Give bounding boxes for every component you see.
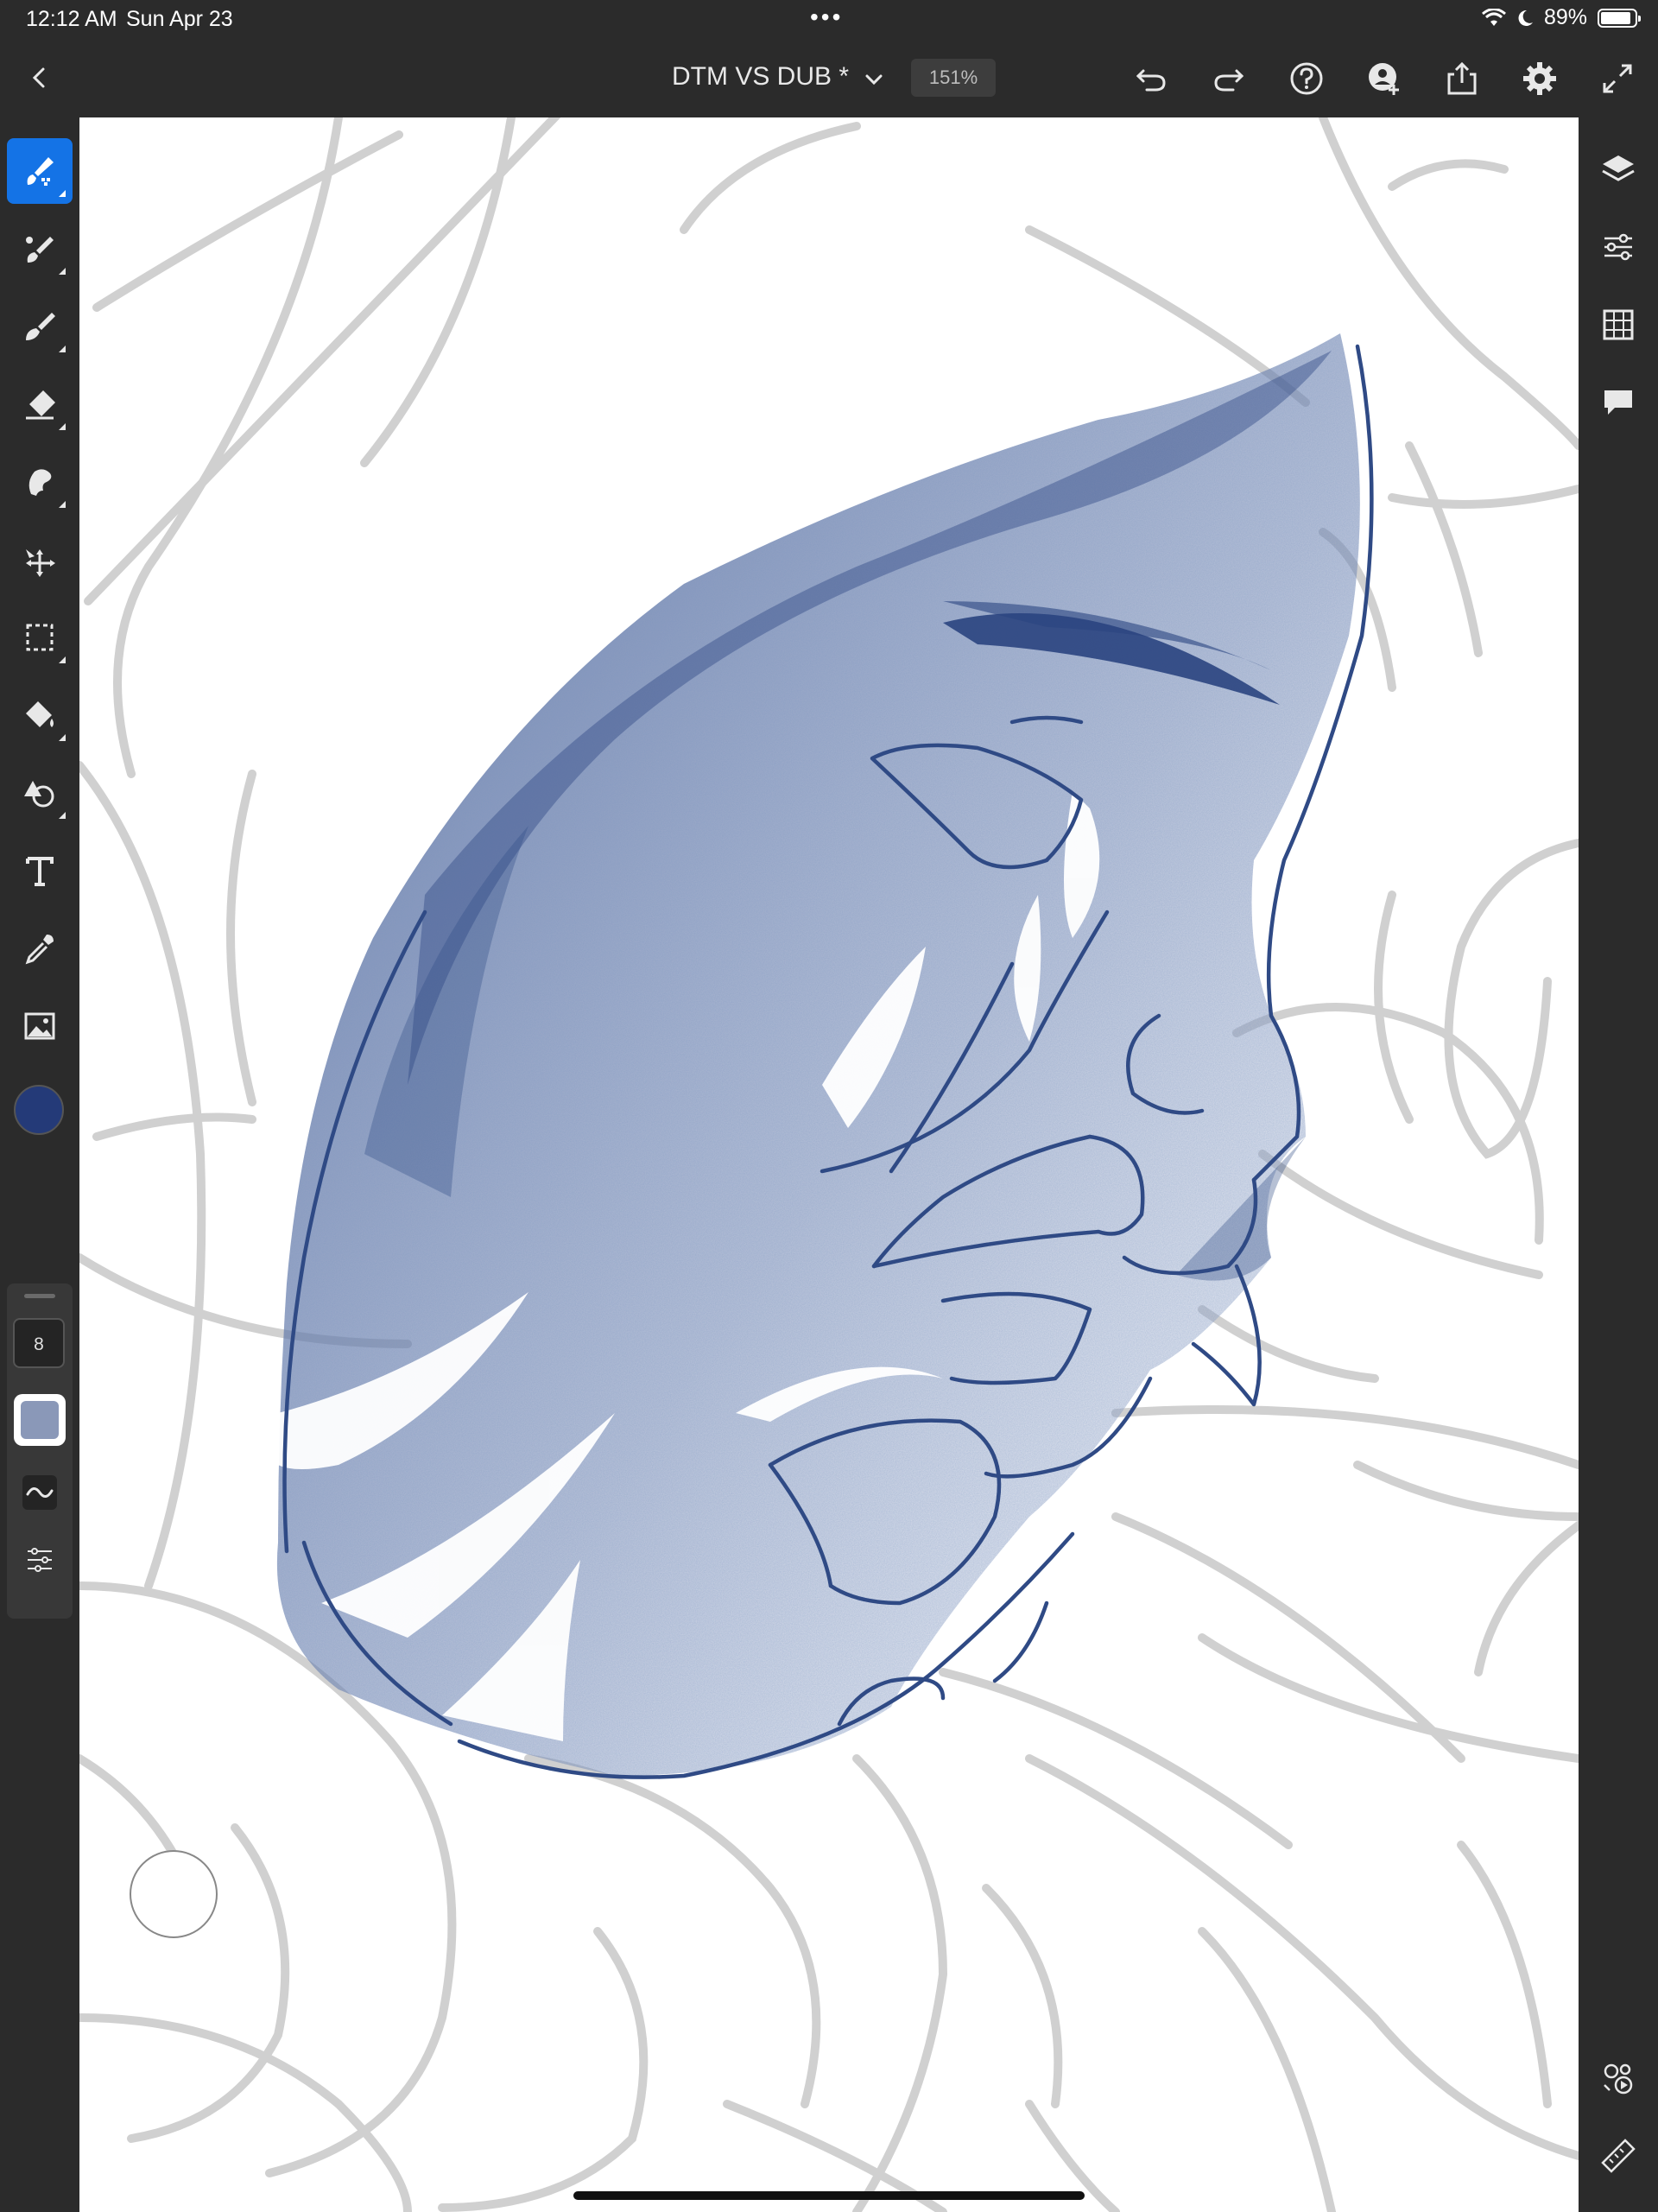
ruler-icon[interactable] [1599, 2137, 1637, 2175]
top-toolbar: DTM VS DUB * 151% [0, 40, 1658, 117]
image-tool[interactable] [7, 993, 73, 1059]
wifi-icon [1481, 8, 1506, 26]
touch-shortcut-button[interactable] [130, 1850, 218, 1938]
pixel-brush-icon [27, 157, 54, 186]
vector-brush-tool[interactable] [7, 294, 73, 359]
help-icon[interactable] [1287, 59, 1326, 98]
adjustments-icon[interactable] [1599, 228, 1637, 266]
smudge-tool[interactable] [7, 449, 73, 515]
eraser-tool[interactable] [7, 371, 73, 437]
battery-icon [1598, 8, 1641, 28]
fill-tool[interactable] [7, 682, 73, 748]
brush-opacity[interactable] [14, 1394, 66, 1446]
vector-brush-icon [26, 313, 55, 340]
shape-icon [24, 781, 54, 808]
status-bar: 12:12 AM Sun Apr 23 ••• 89% [0, 0, 1658, 40]
battery-percent: 89% [1543, 5, 1587, 29]
right-toolbar [1579, 117, 1658, 2212]
smudge-icon [28, 469, 52, 496]
image-icon [24, 1012, 55, 1040]
chevron-down-icon[interactable] [860, 66, 888, 93]
brush-settings-icon[interactable] [22, 1543, 57, 1577]
shape-tool[interactable] [7, 760, 73, 826]
selection-tool[interactable] [7, 605, 73, 670]
drawing-canvas[interactable] [79, 117, 1579, 2212]
pixel-brush-tool[interactable] [7, 138, 73, 204]
brush-settings-panel: 8 [7, 1283, 73, 1619]
panel-handle[interactable] [24, 1294, 55, 1298]
eyedropper-icon [25, 935, 54, 965]
settings-icon[interactable] [1520, 59, 1560, 98]
livestream-icon[interactable] [1599, 2059, 1637, 2097]
zoom-level[interactable]: 151% [911, 59, 996, 97]
brush-size[interactable]: 8 [13, 1318, 65, 1368]
eyedropper-tool[interactable] [7, 916, 73, 981]
moon-icon [1518, 10, 1533, 26]
status-date: Sun Apr 23 [126, 7, 233, 31]
comments-icon[interactable] [1599, 383, 1637, 421]
artwork [79, 117, 1579, 2212]
status-time: 12:12 AM [26, 7, 117, 31]
text-icon [26, 857, 54, 886]
transform-icon [26, 549, 55, 577]
back-icon[interactable] [22, 60, 57, 95]
redo-icon[interactable] [1209, 59, 1249, 98]
fullscreen-icon[interactable] [1598, 59, 1637, 98]
fill-icon [26, 701, 54, 727]
color-swatch[interactable] [14, 1085, 64, 1135]
live-brush-tool[interactable] [7, 216, 73, 282]
selection-icon [26, 624, 54, 651]
undo-icon[interactable] [1131, 59, 1171, 98]
text-tool[interactable] [7, 838, 73, 903]
document-title[interactable]: DTM VS DUB * [672, 62, 849, 92]
left-toolbar: 8 [0, 117, 79, 2212]
grid-icon[interactable] [1599, 306, 1637, 344]
home-indicator[interactable] [573, 2191, 1085, 2200]
invite-icon[interactable] [1364, 59, 1404, 98]
layers-icon[interactable] [1599, 150, 1637, 188]
smoothing-icon[interactable] [22, 1475, 57, 1510]
live-brush-icon [26, 237, 54, 263]
transform-tool[interactable] [7, 527, 73, 593]
share-icon[interactable] [1442, 59, 1482, 98]
eraser-icon [26, 390, 55, 420]
multitask-dots[interactable]: ••• [810, 3, 843, 31]
